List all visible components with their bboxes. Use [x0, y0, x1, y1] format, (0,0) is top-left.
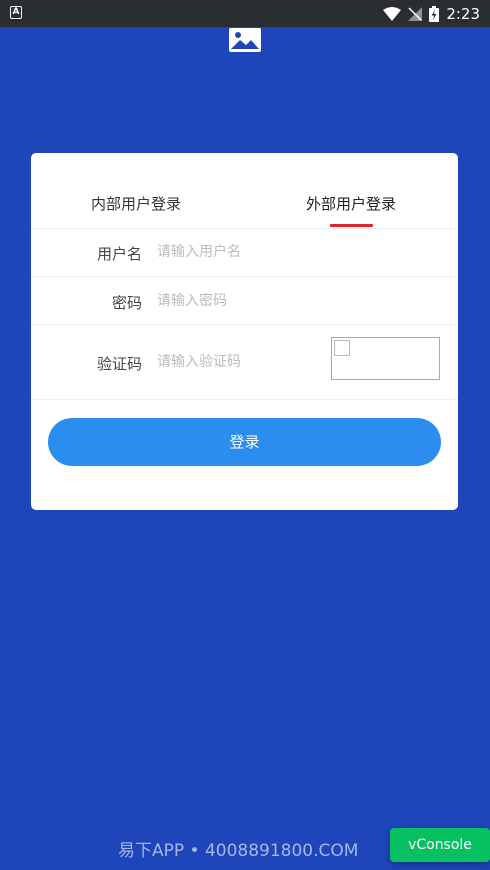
password-label: 密码 [111, 294, 142, 312]
status-bar: A 2:23 [0, 0, 490, 27]
signal-icon [408, 6, 423, 21]
username-label: 用户名 [96, 245, 142, 263]
username-input[interactable] [157, 244, 317, 260]
image-placeholder-icon [229, 28, 261, 52]
captcha-image[interactable] [331, 337, 440, 380]
password-input[interactable] [157, 293, 317, 309]
active-tab-indicator [330, 224, 373, 227]
password-row: 密码 [31, 276, 458, 325]
tab-internal-login[interactable]: 内部用户登录 [91, 193, 181, 214]
vconsole-button[interactable]: vConsole [390, 828, 490, 862]
broken-image-icon [334, 340, 350, 356]
divider [31, 399, 458, 400]
status-icons: 2:23 [383, 3, 480, 24]
tab-external-login[interactable]: 外部用户登录 [306, 193, 396, 214]
login-button[interactable]: 登录 [48, 418, 441, 466]
username-row: 用户名 [31, 228, 458, 277]
wifi-icon [383, 6, 402, 21]
clock: 2:23 [446, 4, 480, 23]
watermark-text: 易下APP • 4008891800.COM [118, 841, 359, 861]
captcha-label: 验证码 [96, 355, 142, 373]
login-card: 内部用户登录 外部用户登录 用户名 密码 验证码 登录 [31, 153, 458, 510]
captcha-input[interactable] [157, 354, 317, 370]
app-notification-icon: A [10, 6, 22, 19]
battery-charging-icon [429, 5, 440, 22]
